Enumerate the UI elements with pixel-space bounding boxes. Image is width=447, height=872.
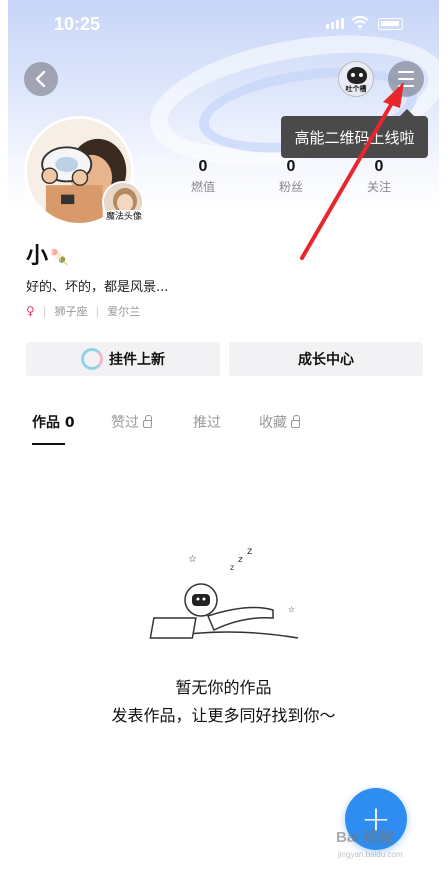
divider: |: [95, 304, 100, 318]
svg-text:☆: ☆: [288, 605, 295, 614]
tab-label: 收藏: [259, 415, 287, 431]
menu-button[interactable]: [388, 61, 424, 97]
hamburger-icon: [398, 71, 414, 73]
watermark: Bai 经验: [336, 829, 394, 846]
username-text: 小: [26, 244, 49, 269]
zodiac-label: 狮子座: [54, 305, 88, 318]
chevron-left-icon: [35, 71, 46, 87]
sleeping-astronaut-illustration: z z z ☆ ☆: [149, 546, 299, 639]
tab-favorites[interactable]: 收藏: [259, 412, 300, 432]
tab-liked[interactable]: 赞过: [111, 412, 152, 432]
svg-text:☆: ☆: [188, 554, 197, 565]
lock-icon: [143, 415, 152, 428]
stat-followers[interactable]: 0 粉丝: [261, 158, 321, 195]
stat-label: 粉丝: [278, 180, 303, 194]
status-bar: 10:25: [8, 0, 439, 50]
tab-label: 赞过: [111, 415, 139, 431]
empty-state-title: 暂无你的作品: [175, 678, 272, 697]
qr-code-tooltip[interactable]: 高能二维码上线啦: [281, 109, 428, 158]
mascot-icon: [347, 67, 367, 84]
pendant-icon: [81, 348, 103, 370]
signal-icon: [326, 18, 344, 29]
female-icon: ♀: [26, 304, 35, 318]
watermark-sub: jingyan.baidu.com: [338, 850, 403, 859]
tab-pushed[interactable]: 推过: [193, 412, 221, 432]
location-label: 爱尔兰: [107, 305, 141, 318]
svg-text:z: z: [230, 563, 234, 572]
pendant-label: 挂件上新: [109, 352, 165, 368]
svg-text:z: z: [247, 546, 252, 557]
active-tab-indicator: [32, 443, 65, 445]
content-tabs: 作品 0 赞过 推过 收藏: [8, 412, 439, 448]
back-button[interactable]: [24, 62, 58, 96]
empty-state-subtitle: 发表作品，让更多同好找到你～: [111, 706, 336, 725]
wifi-icon: [351, 16, 369, 29]
stat-label: 关注: [366, 180, 391, 194]
feedback-mascot-button[interactable]: 吐个槽: [338, 61, 374, 97]
tab-label: 作品 0: [32, 415, 75, 431]
dango-emoji-icon: 🍡: [50, 248, 69, 266]
magic-avatar-label[interactable]: 魔法头像: [104, 210, 144, 224]
username: 小 🍡: [26, 238, 69, 270]
profile-meta: ♀ | 狮子座 | 爱尔兰: [26, 303, 140, 319]
svg-text:z: z: [238, 555, 243, 565]
tab-works[interactable]: 作品 0: [32, 412, 75, 432]
tab-label: 推过: [193, 415, 221, 431]
stat-label: 燃值: [190, 180, 215, 194]
battery-icon: [378, 18, 403, 30]
stat-value: 0: [286, 158, 296, 175]
growth-center-button[interactable]: 成长中心: [229, 342, 423, 376]
pendant-new-button[interactable]: 挂件上新: [26, 342, 220, 376]
status-time: 10:25: [54, 14, 101, 34]
lock-icon: [291, 415, 300, 428]
stat-burn[interactable]: 0 燃值: [173, 158, 233, 195]
stat-following[interactable]: 0 关注: [349, 158, 409, 195]
divider: |: [42, 304, 47, 318]
stat-value: 0: [374, 158, 384, 175]
phone-screen: 10:25 吐个槽 高能二维码上线啦 魔法头像 0 燃值 0 粉丝 0 关注 小…: [8, 0, 439, 872]
mascot-label: 吐个槽: [345, 85, 367, 93]
growth-label: 成长中心: [298, 352, 354, 368]
stat-value: 0: [198, 158, 208, 175]
bio: 好的、坏的，都是风景...: [26, 280, 169, 295]
